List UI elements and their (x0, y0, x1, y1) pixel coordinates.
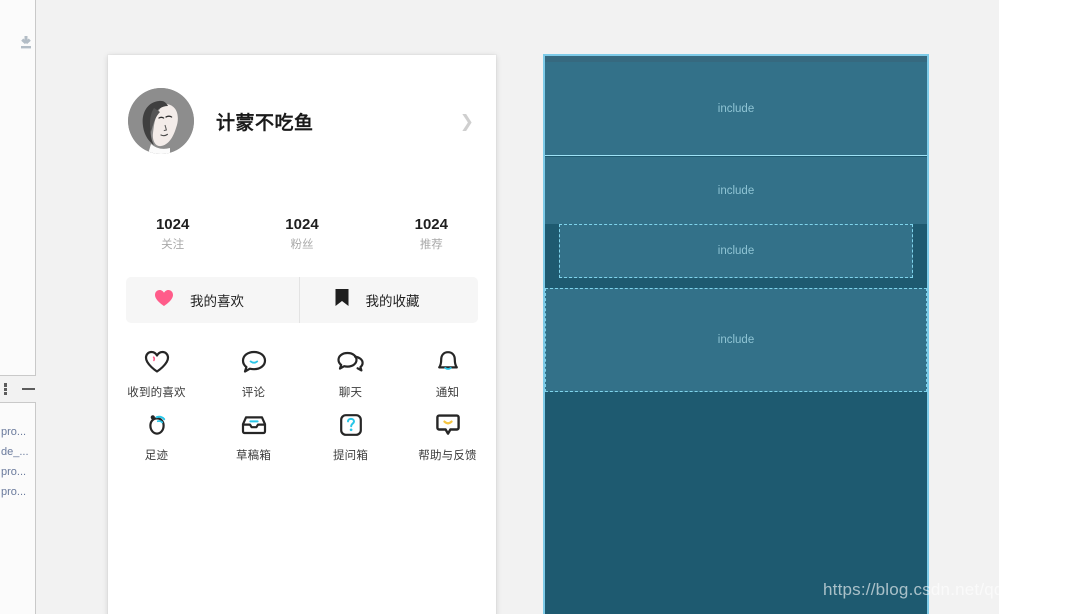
stat-count: 1024 (155, 216, 190, 233)
menu-item-received-likes[interactable]: 收到的喜欢 (108, 343, 205, 406)
stat-recommend[interactable]: 1024 推荐 (367, 215, 496, 254)
watermark-text: https://blog.csdn.net/qq_42761395 (823, 580, 1082, 599)
list-item[interactable]: pro... (0, 422, 36, 442)
menu-item-label: 收到的喜欢 (127, 387, 186, 399)
menu-item-label: 聊天 (338, 387, 363, 399)
stat-following[interactable]: 1024 关注 (108, 215, 237, 254)
menu-item-chat[interactable]: 聊天 (302, 343, 399, 406)
my-likes-button[interactable]: 我的喜欢 (126, 277, 299, 323)
menu-item-label: 足迹 (144, 450, 169, 462)
comment-icon (205, 347, 302, 377)
bell-icon (399, 347, 496, 377)
include-label: include (717, 245, 755, 257)
inbox-icon (205, 410, 302, 440)
stat-label: 粉丝 (290, 239, 314, 251)
menu-item-footprints[interactable]: 足迹 (108, 406, 205, 469)
menu-item-notifications[interactable]: 通知 (399, 343, 496, 406)
menu-item-help-feedback[interactable]: 帮助与反馈 (399, 406, 496, 469)
menu-item-label: 帮助与反馈 (418, 450, 477, 462)
stats-row: 1024 关注 1024 粉丝 1024 推荐 (108, 215, 496, 254)
favorites-bar: 我的喜欢 我的收藏 (126, 277, 478, 323)
help-feedback-icon (399, 410, 496, 440)
my-collection-label: 我的收藏 (365, 294, 420, 309)
my-likes-label: 我的喜欢 (190, 294, 244, 309)
list-item[interactable]: pro... (0, 462, 36, 482)
stat-count: 1024 (414, 216, 448, 233)
tool-window-icon[interactable] (1, 382, 15, 396)
bookmark-icon (334, 288, 350, 312)
heart-outline-icon (108, 347, 205, 377)
stat-label: 推荐 (419, 239, 443, 251)
screenshot-root: pro... de_... pro... pro... 计蒙不吃鱼 ❯ 1024… (0, 0, 1082, 614)
include-label: include (717, 334, 755, 346)
chat-icon (302, 347, 399, 377)
include-block[interactable]: include (545, 62, 927, 156)
tool-window-bar (0, 375, 36, 403)
stat-count: 1024 (285, 216, 319, 233)
download-icon[interactable] (18, 34, 34, 52)
menu-grid-row: 足迹 草稿箱 提问箱 帮助与反馈 (108, 406, 496, 469)
my-collection-button[interactable]: 我的收藏 (298, 277, 479, 323)
heart-icon (154, 289, 174, 312)
ide-left-gutter: pro... de_... pro... pro... (0, 0, 36, 614)
menu-item-label: 草稿箱 (235, 450, 272, 462)
menu-item-label: 评论 (241, 387, 266, 399)
include-label: include (717, 184, 755, 197)
avatar[interactable] (128, 88, 194, 154)
stat-followers[interactable]: 1024 粉丝 (237, 215, 366, 254)
include-label: include (717, 102, 755, 115)
menu-item-drafts[interactable]: 草稿箱 (205, 406, 302, 469)
menu-item-question-box[interactable]: 提问箱 (302, 406, 399, 469)
menu-item-comments[interactable]: 评论 (205, 343, 302, 406)
include-block[interactable]: include (545, 157, 927, 224)
layout-inspector-overlay[interactable]: include include include include (543, 54, 929, 614)
minimize-icon[interactable] (22, 388, 35, 390)
profile-header[interactable]: 计蒙不吃鱼 ❯ (108, 85, 496, 157)
menu-grid: 收到的喜欢 评论 聊天 通知 足迹 草稿箱 提问箱 帮助与反馈 (108, 343, 496, 469)
question-box-icon (302, 410, 399, 440)
menu-item-label: 提问箱 (332, 450, 369, 462)
stat-label: 关注 (161, 239, 185, 251)
canvas-right-margin (999, 0, 1082, 614)
chevron-right-icon[interactable]: ❯ (460, 113, 476, 130)
include-block-selected[interactable]: include (559, 224, 913, 278)
watermark: https://blog.csdn.net/qq_42761395 (823, 580, 1082, 606)
phone-preview-card: 计蒙不吃鱼 ❯ 1024 关注 1024 粉丝 1024 推荐 我的喜欢 我的收… (108, 55, 496, 614)
list-item[interactable]: de_... (0, 442, 36, 462)
include-block[interactable]: include (545, 288, 927, 392)
menu-grid-row: 收到的喜欢 评论 聊天 通知 (108, 343, 496, 406)
list-item[interactable]: pro... (0, 482, 36, 502)
page-title: 计蒙不吃鱼 (216, 112, 314, 134)
project-file-list: pro... de_... pro... pro... (0, 422, 36, 502)
footprint-icon (108, 410, 205, 440)
menu-item-label: 通知 (435, 387, 460, 399)
